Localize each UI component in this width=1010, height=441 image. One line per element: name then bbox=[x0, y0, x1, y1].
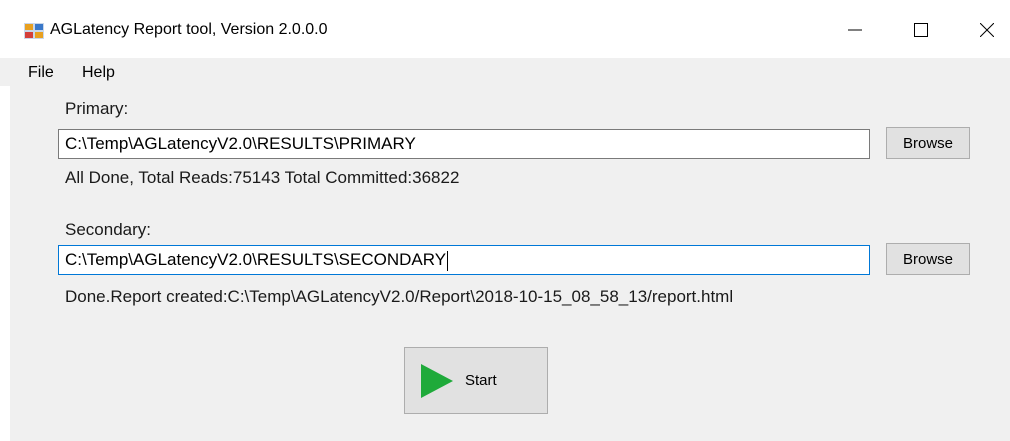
text-cursor bbox=[447, 250, 449, 271]
close-icon bbox=[980, 23, 994, 37]
secondary-browse-button[interactable]: Browse bbox=[886, 243, 970, 275]
menu-help[interactable]: Help bbox=[82, 64, 115, 82]
primary-path-input[interactable]: C:\Temp\AGLatencyV2.0\RESULTS\PRIMARY bbox=[58, 129, 870, 159]
close-button[interactable] bbox=[964, 12, 1010, 48]
play-icon bbox=[421, 364, 453, 398]
minimize-icon bbox=[848, 29, 862, 31]
secondary-path-text: C:\Temp\AGLatencyV2.0\RESULTS\SECONDARY bbox=[65, 250, 447, 269]
menu-file[interactable]: File bbox=[28, 64, 54, 82]
secondary-status: Done.Report created:C:\Temp\AGLatencyV2.… bbox=[65, 287, 734, 306]
primary-label: Primary: bbox=[65, 99, 129, 118]
secondary-path-input[interactable]: C:\Temp\AGLatencyV2.0\RESULTS\SECONDARY bbox=[58, 245, 870, 275]
app-icon bbox=[24, 23, 44, 39]
start-button[interactable]: Start bbox=[404, 347, 548, 414]
maximize-button[interactable] bbox=[898, 12, 944, 48]
maximize-icon bbox=[914, 23, 928, 37]
menu-bar: File Help bbox=[0, 58, 1010, 86]
primary-browse-button[interactable]: Browse bbox=[886, 127, 970, 159]
secondary-label: Secondary: bbox=[65, 220, 151, 239]
primary-status: All Done, Total Reads:75143 Total Commit… bbox=[65, 168, 460, 187]
window-title: AGLatency Report tool, Version 2.0.0.0 bbox=[50, 21, 328, 38]
minimize-button[interactable] bbox=[832, 12, 878, 48]
title-bar: AGLatency Report tool, Version 2.0.0.0 bbox=[0, 0, 1010, 58]
start-label: Start bbox=[465, 372, 497, 389]
